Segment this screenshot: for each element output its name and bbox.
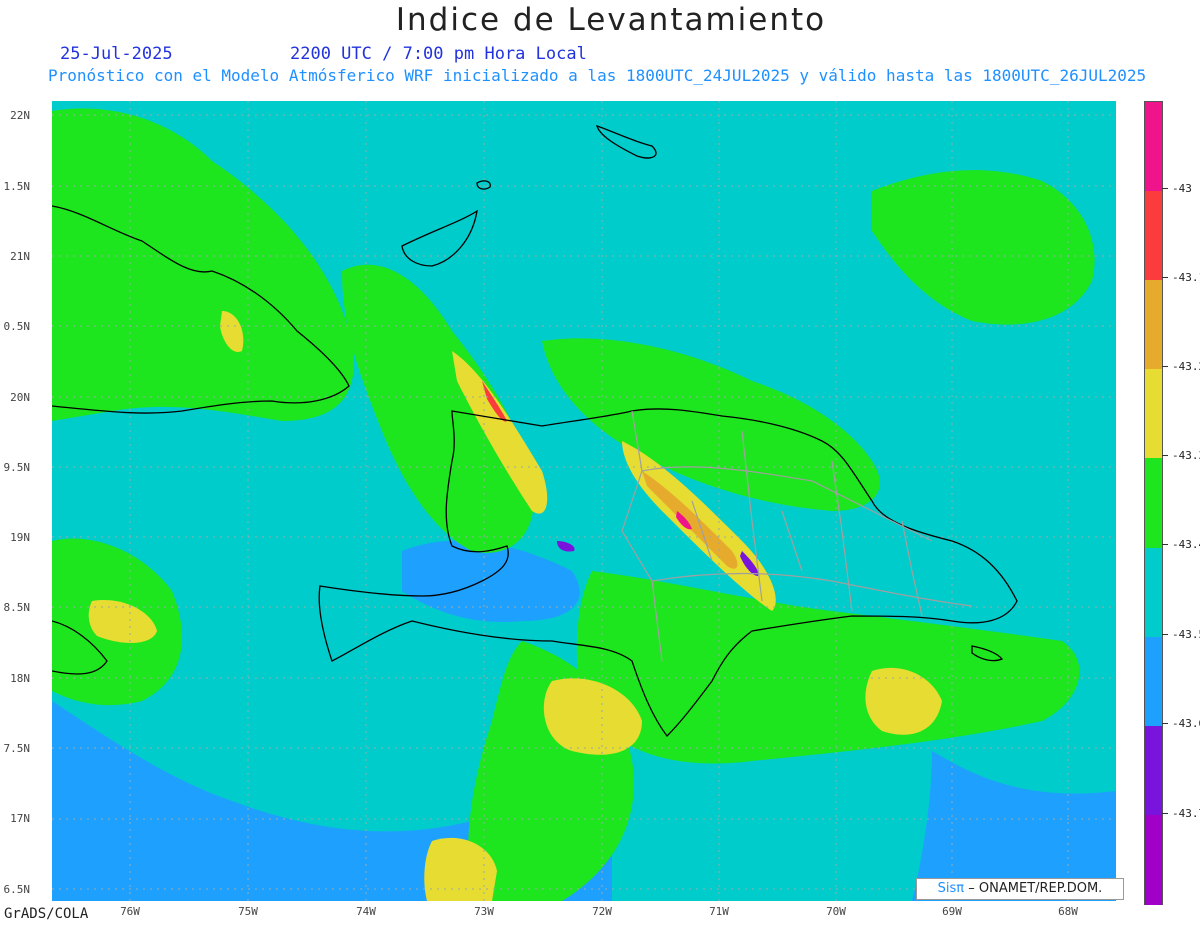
colorbar-segment xyxy=(1145,458,1162,549)
colorbar-label: -43.4 xyxy=(1172,538,1200,551)
colorbar-segment xyxy=(1145,102,1162,192)
lon-label: 74W xyxy=(356,905,376,918)
lat-label: 7.5N xyxy=(3,742,31,755)
map-title: Indice de Levantamiento xyxy=(395,2,827,38)
logo-brand: Sisπ xyxy=(937,881,965,896)
colorbar-segment xyxy=(1145,814,1162,905)
colorbar-label: -43.2 xyxy=(1172,360,1200,373)
lon-label: 71W xyxy=(709,905,729,918)
colorbar-label: -43.6 xyxy=(1172,717,1200,730)
colorbar-label: -43.1 xyxy=(1172,271,1200,284)
lon-label: 72W xyxy=(592,905,612,918)
colorbar xyxy=(1144,101,1163,905)
lat-label: 9.5N xyxy=(3,461,31,474)
lat-label: 8.5N xyxy=(3,601,31,614)
lat-label: 6.5N xyxy=(3,883,31,896)
forecast-date: 25-Jul-2025 xyxy=(60,44,173,64)
lon-label: 69W xyxy=(942,905,962,918)
lon-label: 75W xyxy=(238,905,258,918)
lat-label: 17N xyxy=(10,812,30,825)
lon-label: 76W xyxy=(120,905,140,918)
colorbar-segment xyxy=(1145,280,1162,371)
colorbar-label: -43.5 xyxy=(1172,628,1200,641)
map-canvas xyxy=(52,101,1116,901)
colorbar-label: -43.7 xyxy=(1172,807,1200,820)
lon-label: 68W xyxy=(1058,905,1078,918)
colorbar-segment xyxy=(1145,369,1162,460)
colorbar-segment xyxy=(1145,191,1162,282)
lat-label: 18N xyxy=(10,672,30,685)
lat-label: 20N xyxy=(10,391,30,404)
colorbar-segment xyxy=(1145,547,1162,638)
colorbar-label: -43 xyxy=(1172,182,1192,195)
logo-org: – ONAMET/REP.DOM. xyxy=(968,881,1103,896)
grads-credit: GrADS/COLA xyxy=(4,906,89,922)
lat-label: 19N xyxy=(10,531,30,544)
model-description: Pronóstico con el Modelo Atmósferico WRF… xyxy=(48,66,1147,85)
colorbar-label: -43.3 xyxy=(1172,449,1200,462)
lat-label: 21N xyxy=(10,250,30,263)
lon-label: 73W xyxy=(474,905,494,918)
lat-label: 1.5N xyxy=(3,180,31,193)
lat-label: 0.5N xyxy=(3,320,31,333)
lifted-index-map xyxy=(52,101,1116,901)
lon-label: 70W xyxy=(826,905,846,918)
lat-label: 22N xyxy=(10,109,30,122)
forecast-time: 2200 UTC / 7:00 pm Hora Local xyxy=(290,44,587,64)
onamet-logo: Sisπ – ONAMET/REP.DOM. xyxy=(916,878,1124,900)
colorbar-segment xyxy=(1145,636,1162,727)
colorbar-segment xyxy=(1145,725,1162,816)
